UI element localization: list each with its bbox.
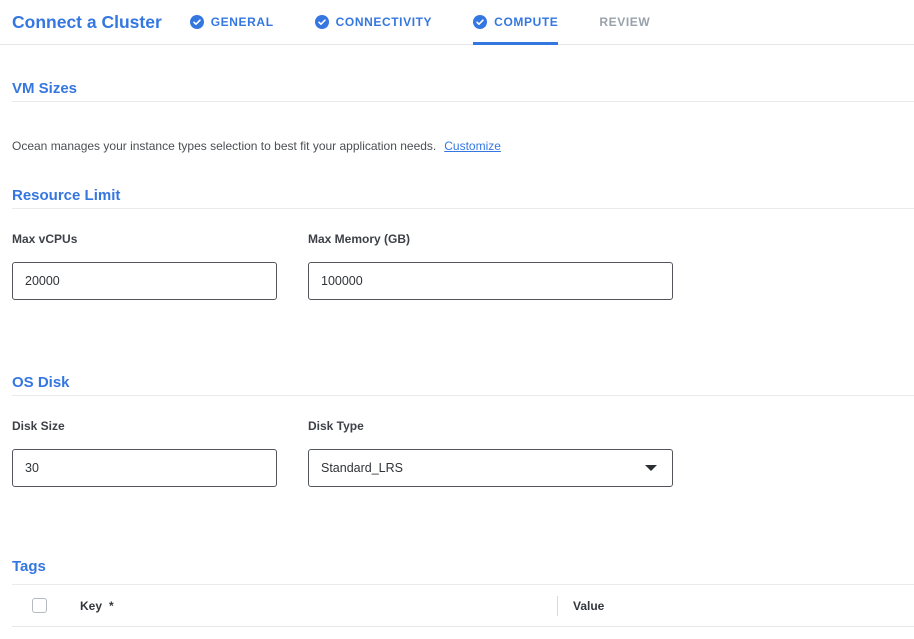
required-asterisk: * [109, 599, 114, 613]
vm-sizes-description: Ocean manages your instance types select… [12, 139, 914, 153]
max-memory-label: Max Memory (GB) [308, 232, 673, 246]
tab-compute[interactable]: COMPUTE [473, 0, 558, 44]
chevron-down-icon [645, 465, 657, 471]
disk-size-input[interactable] [12, 449, 277, 487]
os-disk-fields: Disk Size Disk Type Standard_LRS [12, 419, 914, 487]
max-memory-input[interactable] [308, 262, 673, 300]
compute-step-content: VM Sizes Ocean manages your instance typ… [0, 80, 914, 627]
os-disk-heading: OS Disk [12, 374, 914, 396]
tab-label: CONNECTIVITY [336, 15, 433, 29]
customize-link[interactable]: Customize [444, 139, 501, 153]
resource-limit-heading: Resource Limit [12, 187, 914, 209]
check-circle-icon [473, 15, 487, 29]
tags-heading: Tags [12, 558, 914, 585]
check-circle-icon [315, 15, 329, 29]
value-column-header: Value [573, 599, 604, 613]
tags-select-all-cell [12, 598, 80, 613]
tags-table-header: Key * Value [12, 585, 914, 627]
disk-type-select[interactable]: Standard_LRS [308, 449, 673, 487]
tags-key-column: Key * [80, 597, 557, 615]
check-circle-icon [190, 15, 204, 29]
tab-label: REVIEW [599, 15, 650, 29]
max-vcpus-input[interactable] [12, 262, 277, 300]
tab-label: GENERAL [211, 15, 274, 29]
disk-size-field: Disk Size [12, 419, 277, 487]
max-vcpus-field: Max vCPUs [12, 232, 277, 300]
disk-type-field: Disk Type Standard_LRS [308, 419, 673, 487]
vm-sizes-description-text: Ocean manages your instance types select… [12, 139, 436, 153]
max-memory-field: Max Memory (GB) [308, 232, 673, 300]
tab-general[interactable]: GENERAL [190, 0, 274, 44]
vm-sizes-heading: VM Sizes [12, 80, 914, 102]
wizard-header: Connect a Cluster GENERAL CONNECTIVITY C… [0, 0, 914, 45]
disk-size-label: Disk Size [12, 419, 277, 433]
tab-label: COMPUTE [494, 15, 558, 29]
disk-type-selected-value: Standard_LRS [321, 461, 403, 475]
key-column-header: Key [80, 599, 102, 613]
wizard-tabs: GENERAL CONNECTIVITY COMPUTE REVIEW [190, 0, 692, 44]
max-vcpus-label: Max vCPUs [12, 232, 277, 246]
resource-limit-fields: Max vCPUs Max Memory (GB) [12, 232, 914, 300]
tab-connectivity[interactable]: CONNECTIVITY [315, 0, 433, 44]
tab-review[interactable]: REVIEW [599, 0, 650, 44]
disk-type-label: Disk Type [308, 419, 673, 433]
tags-value-column: Value [558, 597, 604, 615]
page-title: Connect a Cluster [12, 12, 162, 33]
select-all-checkbox[interactable] [32, 598, 47, 613]
